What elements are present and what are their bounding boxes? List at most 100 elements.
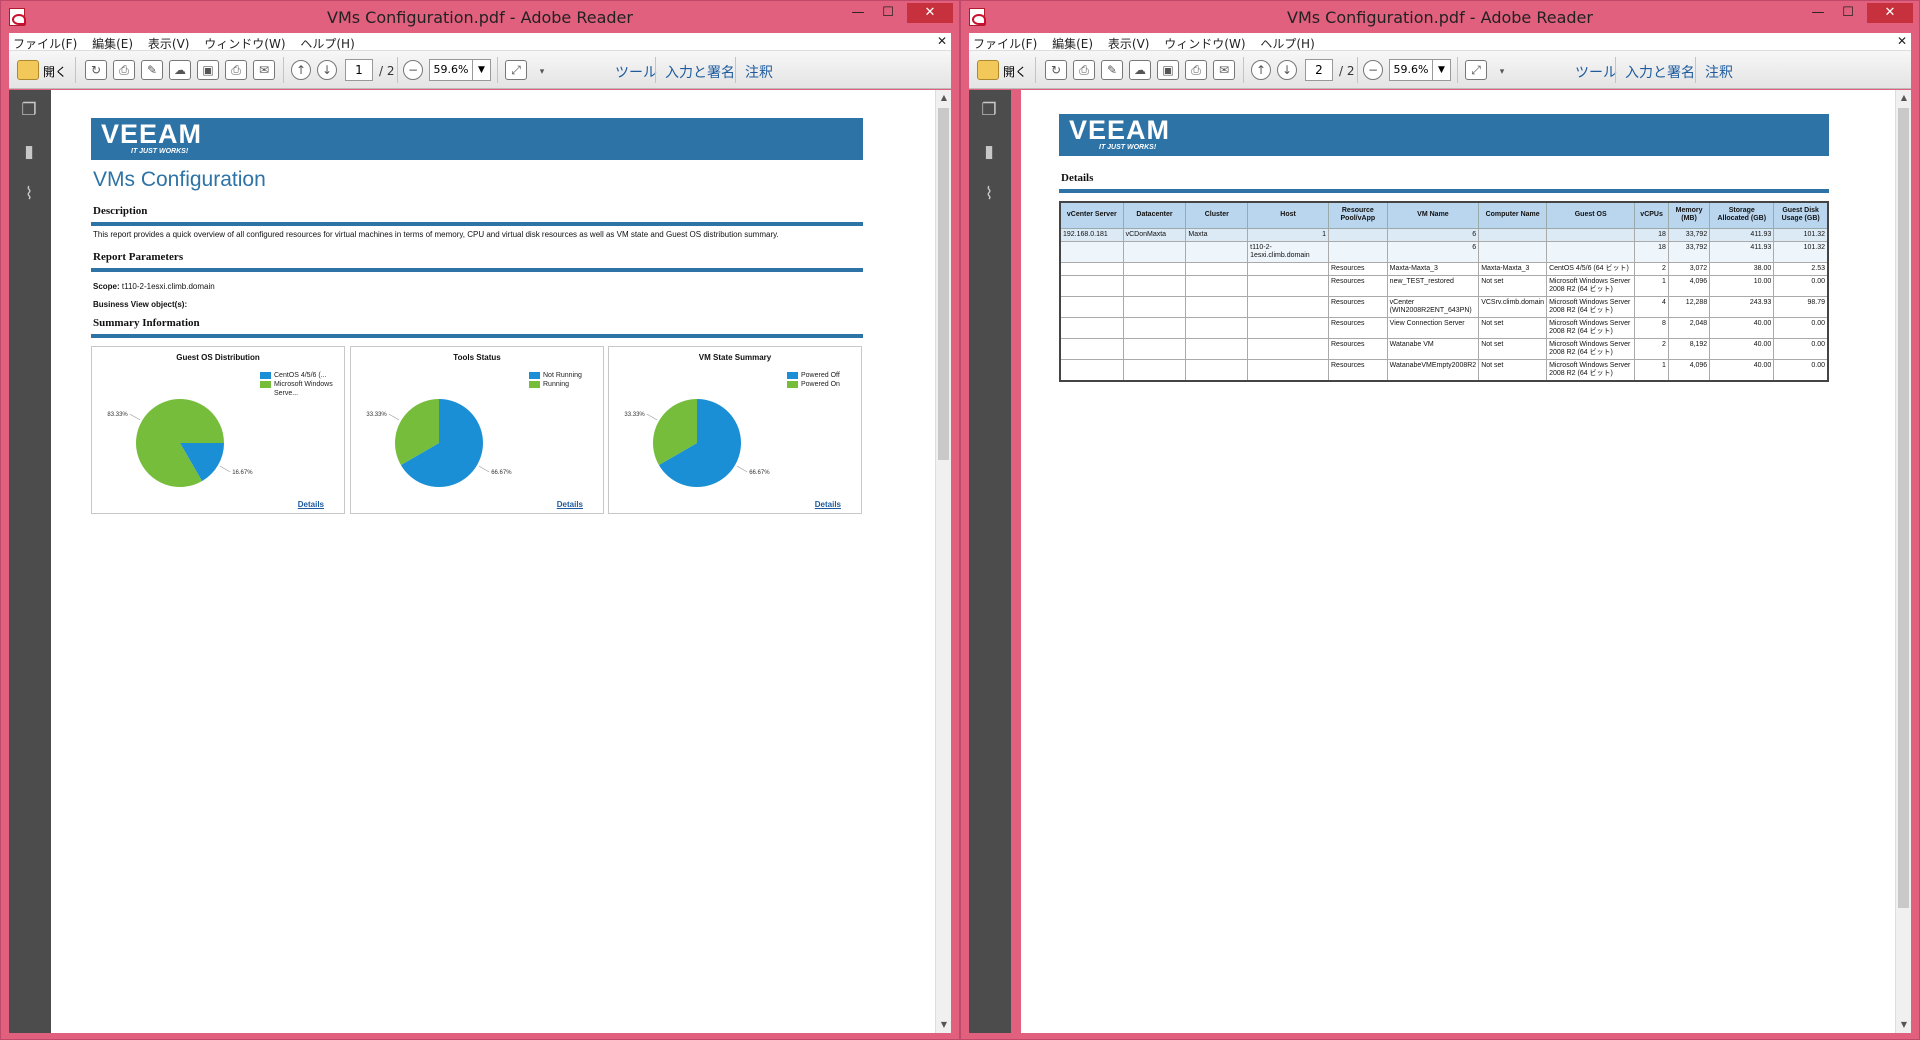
maximize-button[interactable]: ☐ [1833, 3, 1863, 23]
table-row: Resources Maxta-Maxta_3 Maxta-Maxta_3 CentO… [1059, 261, 1829, 276]
table-cell: Not set [1478, 316, 1548, 339]
prev-page-icon[interactable]: ↑ [291, 60, 311, 80]
close-button[interactable]: ✕ [907, 3, 953, 23]
table-row: Resources vCenter (WIN2008R2ENT_643PN) VCS… [1059, 295, 1829, 318]
menu-window[interactable]: ウィンドウ(W) [200, 33, 292, 52]
fill-sign-button[interactable]: 入力と署名 [665, 62, 735, 82]
tools-button[interactable]: ツール [615, 62, 657, 82]
document-view[interactable]: VEEAM IT JUST WORKS! Details vCenter Ser… [1021, 90, 1895, 1033]
page-number-input[interactable]: 2 [1305, 59, 1333, 81]
open-button[interactable]: 開く [1003, 63, 1027, 80]
table-cell [1247, 274, 1329, 297]
export-pdf-icon[interactable]: ⎙ [113, 60, 135, 80]
cloud-upload-icon[interactable]: ☁ [169, 60, 191, 80]
col-header: Computer Name [1478, 201, 1548, 229]
email-icon[interactable]: ✉ [253, 60, 275, 80]
zoom-out-icon[interactable]: − [1363, 60, 1383, 80]
save-icon[interactable]: ▣ [197, 60, 219, 80]
minimize-button[interactable]: — [1803, 3, 1833, 23]
comment-button[interactable]: 注釈 [745, 62, 773, 82]
table-cell: 101.32 [1773, 240, 1829, 263]
menu-view[interactable]: 表示(V) [1104, 33, 1157, 52]
menu-edit[interactable]: 編集(E) [88, 33, 140, 52]
title-bar: VMs Configuration.pdf - Adobe Reader — ☐… [1, 1, 959, 33]
fill-sign-button[interactable]: 入力と署名 [1625, 62, 1695, 82]
scroll-thumb[interactable] [1898, 108, 1909, 908]
toolbar: 開く ↻ ⎙ ✎ ☁ ▣ ⎙ ✉ ↑ ↓ 1 / 2 − 59.6% ▼ ⤢ ▾… [9, 51, 951, 89]
menu-help[interactable]: ヘルプ(H) [1256, 33, 1321, 52]
create-pdf-icon[interactable]: ↻ [1045, 60, 1067, 80]
bookmarks-icon[interactable]: ▮ [979, 142, 999, 164]
table-cell: Maxta-Maxta_3 [1386, 261, 1480, 276]
scroll-down-icon[interactable]: ▼ [1896, 1017, 1912, 1033]
next-page-icon[interactable]: ↓ [1277, 60, 1297, 80]
scroll-thumb[interactable] [938, 108, 949, 460]
zoom-dropdown-icon[interactable]: ▼ [1433, 59, 1451, 81]
open-folder-icon[interactable] [977, 60, 999, 80]
description-text: This report provides a quick overview of… [93, 230, 779, 239]
details-link[interactable]: Details [298, 500, 324, 509]
scroll-down-icon[interactable]: ▼ [936, 1017, 952, 1033]
edit-pdf-icon[interactable]: ✎ [141, 60, 163, 80]
print-icon[interactable]: ⎙ [225, 60, 247, 80]
details-link[interactable]: Details [815, 500, 841, 509]
fit-page-icon[interactable]: ⤢ [505, 60, 527, 80]
legend-label: Not Running [543, 372, 582, 379]
table-cell: 40.00 [1709, 358, 1775, 381]
menu-file[interactable]: ファイル(F) [9, 33, 84, 52]
export-pdf-icon[interactable]: ⎙ [1073, 60, 1095, 80]
vertical-scrollbar[interactable]: ▲ ▼ [1895, 90, 1911, 1033]
table-cell: 98.79 [1773, 295, 1829, 318]
attachments-icon[interactable]: ⌇ [979, 184, 999, 206]
table-row: Resources Watanabe VM Not set Microsoft Win… [1059, 337, 1829, 360]
tools-button[interactable]: ツール [1575, 62, 1617, 82]
menu-edit[interactable]: 編集(E) [1048, 33, 1100, 52]
bookmarks-icon[interactable]: ▮ [19, 142, 39, 164]
cloud-upload-icon[interactable]: ☁ [1129, 60, 1151, 80]
menu-window[interactable]: ウィンドウ(W) [1160, 33, 1252, 52]
table-cell: t110-2-1esxi.climb.domain [1247, 240, 1329, 263]
next-page-icon[interactable]: ↓ [317, 60, 337, 80]
fit-page-icon[interactable]: ⤢ [1465, 60, 1487, 80]
document-close-icon[interactable]: ✕ [1897, 34, 1907, 48]
attachments-icon[interactable]: ⌇ [19, 184, 39, 206]
zoom-dropdown-icon[interactable]: ▼ [473, 59, 491, 81]
table-cell: WatanabeVMEmpty2008R2 [1386, 358, 1480, 381]
customize-toolbar-icon[interactable]: ▾ [1491, 63, 1513, 83]
table-row: t110-2-1esxi.climb.domain 6 18 33,792 411.93… [1059, 240, 1829, 263]
menu-view[interactable]: 表示(V) [144, 33, 197, 52]
table-cell: 0.00 [1773, 316, 1829, 339]
document-view[interactable]: VEEAM IT JUST WORKS! VMs Configuration D… [51, 90, 935, 1033]
create-pdf-icon[interactable]: ↻ [85, 60, 107, 80]
open-folder-icon[interactable] [17, 60, 39, 80]
menu-help[interactable]: ヘルプ(H) [296, 33, 361, 52]
zoom-input[interactable]: 59.6% [1389, 59, 1433, 81]
col-header: Storage Allocated (GB) [1709, 201, 1775, 229]
close-button[interactable]: ✕ [1867, 3, 1913, 23]
page-thumbnails-icon[interactable]: ❐ [979, 100, 999, 122]
zoom-input[interactable]: 59.6% [429, 59, 473, 81]
vertical-scrollbar[interactable]: ▲ ▼ [935, 90, 951, 1033]
page-number-input[interactable]: 1 [345, 59, 373, 81]
table-row: Resources new_TEST_restored Not set Microso… [1059, 274, 1829, 297]
comment-button[interactable]: 注釈 [1705, 62, 1733, 82]
menu-file[interactable]: ファイル(F) [969, 33, 1044, 52]
prev-page-icon[interactable]: ↑ [1251, 60, 1271, 80]
zoom-out-icon[interactable]: − [403, 60, 423, 80]
scroll-up-icon[interactable]: ▲ [1896, 90, 1912, 106]
edit-pdf-icon[interactable]: ✎ [1101, 60, 1123, 80]
table-cell: Resources [1328, 295, 1388, 318]
minimize-button[interactable]: — [843, 3, 873, 23]
page-thumbnails-icon[interactable]: ❐ [19, 100, 39, 122]
customize-toolbar-icon[interactable]: ▾ [531, 63, 553, 83]
document-close-icon[interactable]: ✕ [937, 34, 947, 48]
scroll-up-icon[interactable]: ▲ [936, 90, 952, 106]
maximize-button[interactable]: ☐ [873, 3, 903, 23]
save-icon[interactable]: ▣ [1157, 60, 1179, 80]
email-icon[interactable]: ✉ [1213, 60, 1235, 80]
table-cell: 3,072 [1667, 261, 1711, 276]
open-button[interactable]: 開く [43, 63, 67, 80]
print-icon[interactable]: ⎙ [1185, 60, 1207, 80]
details-link[interactable]: Details [557, 500, 583, 509]
table-cell [1059, 240, 1124, 263]
